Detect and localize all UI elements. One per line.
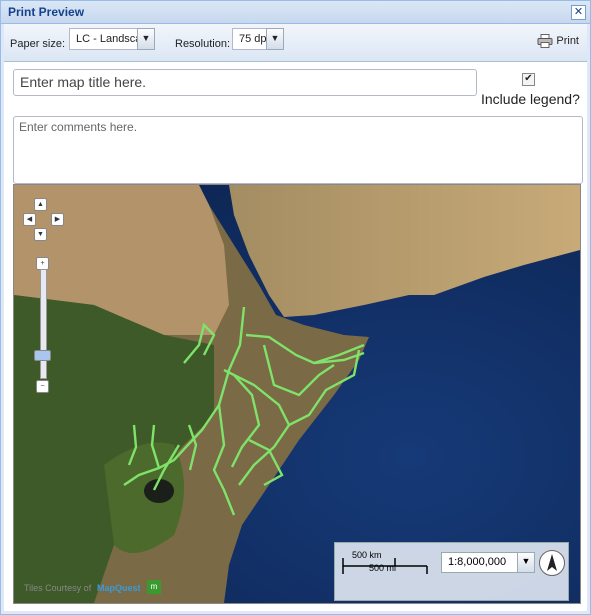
print-button[interactable]: Print bbox=[537, 34, 579, 48]
include-legend-checkbox[interactable]: ✔ bbox=[522, 73, 535, 86]
chevron-down-icon[interactable]: ▼ bbox=[517, 552, 535, 573]
comments-textarea[interactable]: Enter comments here. bbox=[13, 116, 583, 184]
pan-right-icon[interactable]: ▶ bbox=[51, 213, 64, 226]
scale-panel: 500 km 500 mi 1:8,000,000 ▼ bbox=[334, 542, 569, 601]
resolution-value: 75 dpi bbox=[239, 33, 269, 45]
print-label: Print bbox=[556, 34, 579, 47]
scale-value: 1:8,000,000 bbox=[448, 556, 507, 568]
mapquest-link[interactable]: MapQuest bbox=[97, 583, 141, 593]
scale-select[interactable]: 1:8,000,000 ▼ bbox=[441, 552, 535, 573]
scale-km-label: 500 km bbox=[352, 550, 382, 560]
map-title-input[interactable]: Enter map title here. bbox=[13, 69, 477, 96]
paper-size-value: LC - Landsca bbox=[76, 33, 142, 45]
include-legend-label: Include legend? bbox=[481, 91, 580, 107]
close-button[interactable]: ✕ bbox=[571, 5, 586, 20]
mapquest-logo-icon: m bbox=[147, 580, 161, 594]
scale-mi-label: 500 mi bbox=[369, 563, 397, 573]
resolution-label: Resolution: bbox=[175, 38, 231, 50]
pan-up-icon[interactable]: ▲ bbox=[34, 198, 47, 211]
toolbar: Paper size: LC - Landsca ▼ Resolution: 7… bbox=[4, 24, 587, 62]
zoom-slider-track[interactable] bbox=[40, 269, 47, 379]
title-bar: Print Preview ✕ bbox=[1, 1, 590, 24]
pan-left-icon[interactable]: ◀ bbox=[23, 213, 36, 226]
paper-size-label: Paper size: bbox=[10, 38, 66, 50]
close-icon: ✕ bbox=[573, 6, 584, 18]
zoom-out-icon[interactable]: − bbox=[36, 380, 49, 393]
attribution-text: Tiles Courtesy of bbox=[24, 583, 92, 593]
chevron-down-icon[interactable]: ▼ bbox=[266, 28, 284, 50]
pan-down-icon[interactable]: ▼ bbox=[34, 228, 47, 241]
north-arrow-icon bbox=[539, 550, 565, 576]
window-title: Print Preview bbox=[8, 5, 85, 19]
map-preview[interactable]: ▲ ◀ ▶ ▼ + − Tiles Courtesy of MapQuest m… bbox=[13, 184, 581, 604]
printer-icon bbox=[537, 34, 553, 48]
paper-size-select[interactable]: LC - Landsca ▼ bbox=[69, 28, 155, 50]
form-panel: Enter map title here. ✔ Include legend? … bbox=[4, 62, 587, 611]
zoom-slider-handle[interactable] bbox=[34, 350, 51, 361]
print-preview-window: Print Preview ✕ Paper size: LC - Landsca… bbox=[0, 0, 591, 615]
satellite-map bbox=[14, 185, 580, 603]
resolution-select[interactable]: 75 dpi ▼ bbox=[232, 28, 284, 50]
chevron-down-icon[interactable]: ▼ bbox=[137, 28, 155, 50]
